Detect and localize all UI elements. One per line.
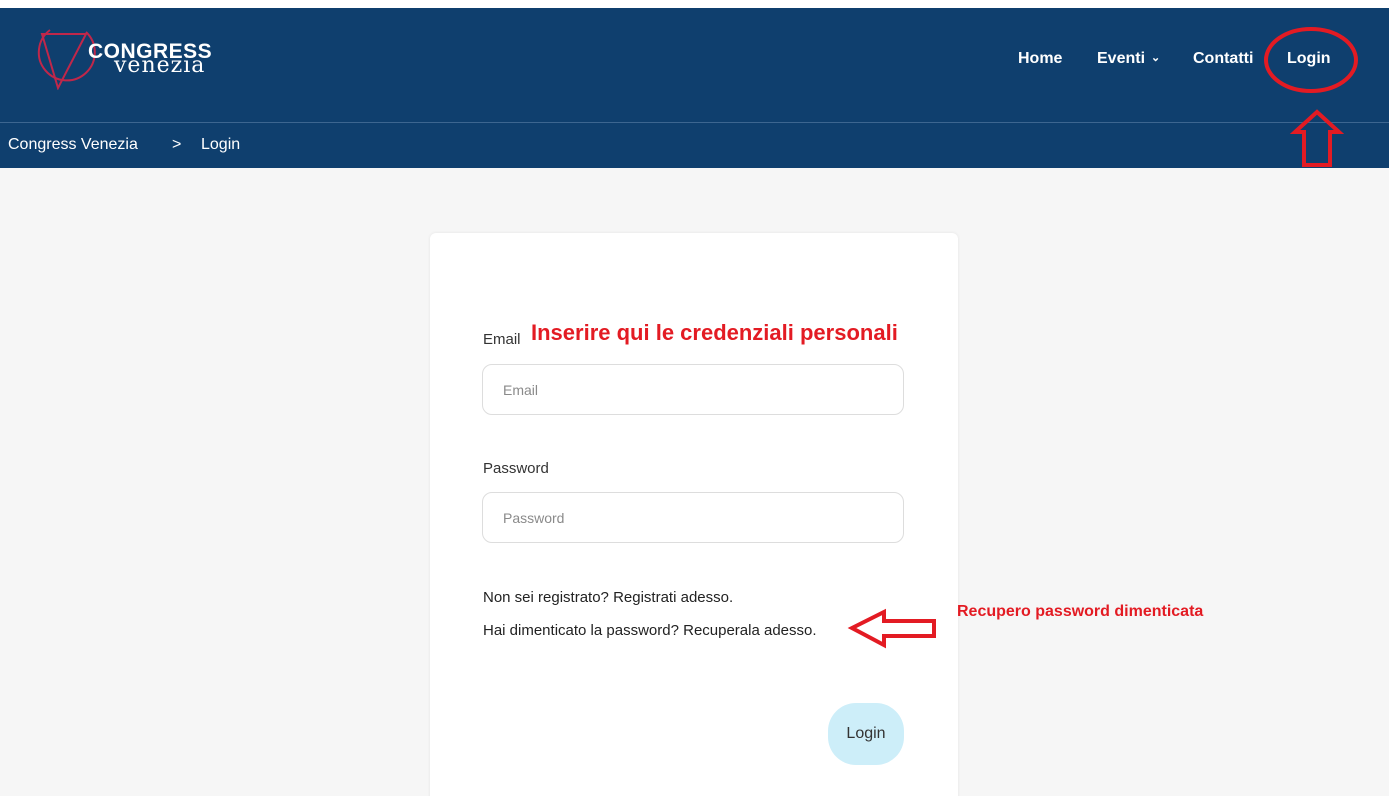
window-top-strip <box>0 0 1389 8</box>
annotation-recovery-text: Recupero password dimenticata <box>957 603 1204 620</box>
breadcrumb-current: Login <box>201 136 241 153</box>
login-submit-button[interactable]: Login <box>828 703 904 765</box>
password-input[interactable] <box>482 492 904 543</box>
email-input[interactable] <box>482 364 904 415</box>
chevron-down-icon: ⌄ <box>1151 52 1161 64</box>
congress-venezia-logo[interactable]: CONGRESS venezia <box>30 20 240 90</box>
register-prompt-text: Non sei registrato? <box>483 589 609 606</box>
nav-home[interactable]: Home <box>1018 50 1062 68</box>
nav-login[interactable]: Login <box>1287 50 1331 68</box>
forgot-prompt-text: Hai dimenticato la password? <box>483 622 679 639</box>
logo-word-venezia: venezia <box>114 53 206 78</box>
email-label: Email <box>483 331 521 348</box>
forgot-password-prompt: Hai dimenticato la password? Recuperala … <box>483 622 817 639</box>
password-label: Password <box>483 460 549 477</box>
nav-eventi[interactable]: Eventi ⌄ <box>1097 50 1160 68</box>
nav-contatti[interactable]: Contatti <box>1193 50 1253 68</box>
nav-eventi-label: Eventi <box>1097 50 1146 67</box>
register-link[interactable]: Registrati adesso. <box>613 589 733 606</box>
breadcrumb: Congress Venezia > Login <box>0 122 1389 168</box>
breadcrumb-home-link[interactable]: Congress Venezia <box>8 136 138 154</box>
recover-password-link[interactable]: Recuperala adesso. <box>683 622 816 639</box>
breadcrumb-separator: > <box>172 136 182 153</box>
annotation-credentials-text: Inserire qui le credenziali personali <box>531 320 898 345</box>
site-header: CONGRESS venezia Home Eventi ⌄ Contatti L… <box>0 8 1389 122</box>
login-card: Email Password Non sei registrato? Regis… <box>430 233 958 796</box>
register-prompt: Non sei registrato? Registrati adesso. <box>483 589 733 606</box>
